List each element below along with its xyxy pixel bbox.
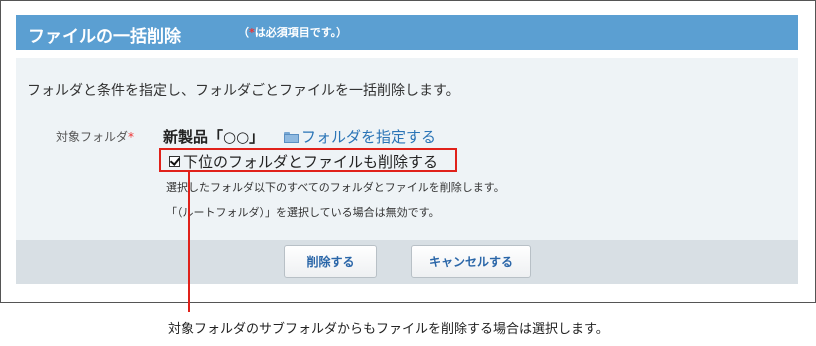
include-subfolders-checkbox[interactable]: 下位のフォルダとファイルも削除する	[169, 151, 438, 172]
folder-icon	[284, 132, 299, 143]
callout-annotation: 対象フォルダのサブフォルダからもファイルを削除する場合は選択します。	[168, 322, 609, 337]
folder-label-text: 対象フォルダ	[56, 130, 129, 144]
folder-label: 対象フォルダ*	[56, 128, 134, 145]
select-folder-link[interactable]: フォルダを指定する	[284, 126, 436, 147]
delete-button[interactable]: 削除する	[284, 245, 377, 278]
hint-text-1: 選択したフォルダ以下のすべてのフォルダとファイルを削除します。	[166, 181, 505, 194]
required-note: （*は必須項目です。）	[238, 24, 347, 40]
selected-folder-name: 新製品「○○」	[163, 128, 265, 146]
checkbox-checked-icon[interactable]	[169, 156, 180, 167]
dialog-header: ファイルの一括削除 （*は必須項目です。）	[16, 15, 798, 50]
page-description: フォルダと条件を指定し、フォルダごとファイルを一括削除します。	[27, 83, 460, 99]
required-note-open: （	[238, 26, 249, 39]
cancel-button[interactable]: キャンセルする	[411, 245, 531, 278]
callout-line	[188, 170, 190, 312]
include-subfolders-label: 下位のフォルダとファイルも削除する	[183, 153, 439, 171]
hint-text-2: 「（ルートフォルダ）」を選択している場合は無効です。	[166, 206, 440, 219]
select-folder-link-label: フォルダを指定する	[301, 128, 437, 146]
required-note-text: は必須項目です。）	[254, 26, 348, 39]
dialog-title: ファイルの一括削除	[28, 27, 181, 47]
required-mark: *	[128, 130, 135, 144]
button-bar	[16, 240, 798, 284]
